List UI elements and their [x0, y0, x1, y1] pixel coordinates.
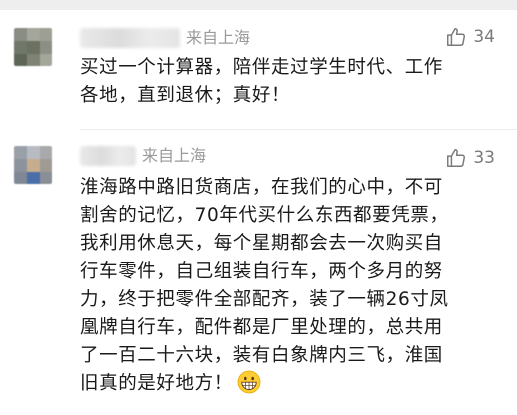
like-button[interactable]: 34	[445, 26, 495, 48]
comment-text-line: 旧真的是好地方！	[80, 373, 233, 394]
comment-text-line: 我利用休息天，每个星期都会去一次购买自	[80, 233, 443, 254]
comment-text-line: 力，终于把零件全部配齐，装了一辆26寸凤	[80, 289, 449, 310]
username-blurred[interactable]	[80, 28, 180, 48]
thumbs-up-icon	[447, 28, 466, 46]
like-button[interactable]: 33	[445, 147, 495, 169]
comment-location: 来自上海	[186, 28, 251, 47]
comment-location: 来自上海	[142, 146, 207, 165]
comment-text-line: 行车零件，自己组装自行车，两个多月的努	[80, 261, 443, 282]
comment-text-line: 买过一个计算器，陪伴走过学生时代、工作	[80, 57, 443, 78]
thumbs-up-icon	[447, 149, 466, 167]
avatar[interactable]	[14, 28, 52, 66]
comment-text-line: 各地，直到退休；真好！	[80, 85, 291, 106]
comment-text: 淮海路中路旧货商店，在我们的心中，不可 割舍的记忆，70年代买什么东西都要凭票，…	[80, 174, 500, 398]
comment-item: 来自上海 34 买过一个计算器，陪伴走过学生时代、工作 各地，直到退休；真好！	[0, 10, 517, 130]
comment-text-line: 凰牌自行车，配件都是厂里处理的，总共用	[80, 317, 443, 338]
like-count: 34	[473, 27, 495, 47]
watermark	[425, 387, 509, 409]
logo-icon	[425, 391, 439, 405]
top-divider-bar	[0, 0, 517, 10]
username-blurred[interactable]	[80, 146, 136, 166]
comment-text-line: 了一百二十六块，装有白象牌内三飞，淮国	[80, 345, 443, 366]
comment-text-line: 淮海路中路旧货商店，在我们的心中，不可	[80, 177, 443, 198]
comment-text: 买过一个计算器，陪伴走过学生时代、工作 各地，直到退休；真好！	[80, 54, 500, 110]
avatar[interactable]	[14, 146, 52, 184]
like-count: 33	[473, 148, 495, 168]
comment-item: 来自上海 33 淮海路中路旧货商店，在我们的心中，不可 割舍的记忆，70年代买什…	[0, 130, 517, 415]
comment-text-line: 割舍的记忆，70年代买什么东西都要凭票，	[80, 205, 449, 226]
grinning-face-emoji	[237, 370, 261, 394]
